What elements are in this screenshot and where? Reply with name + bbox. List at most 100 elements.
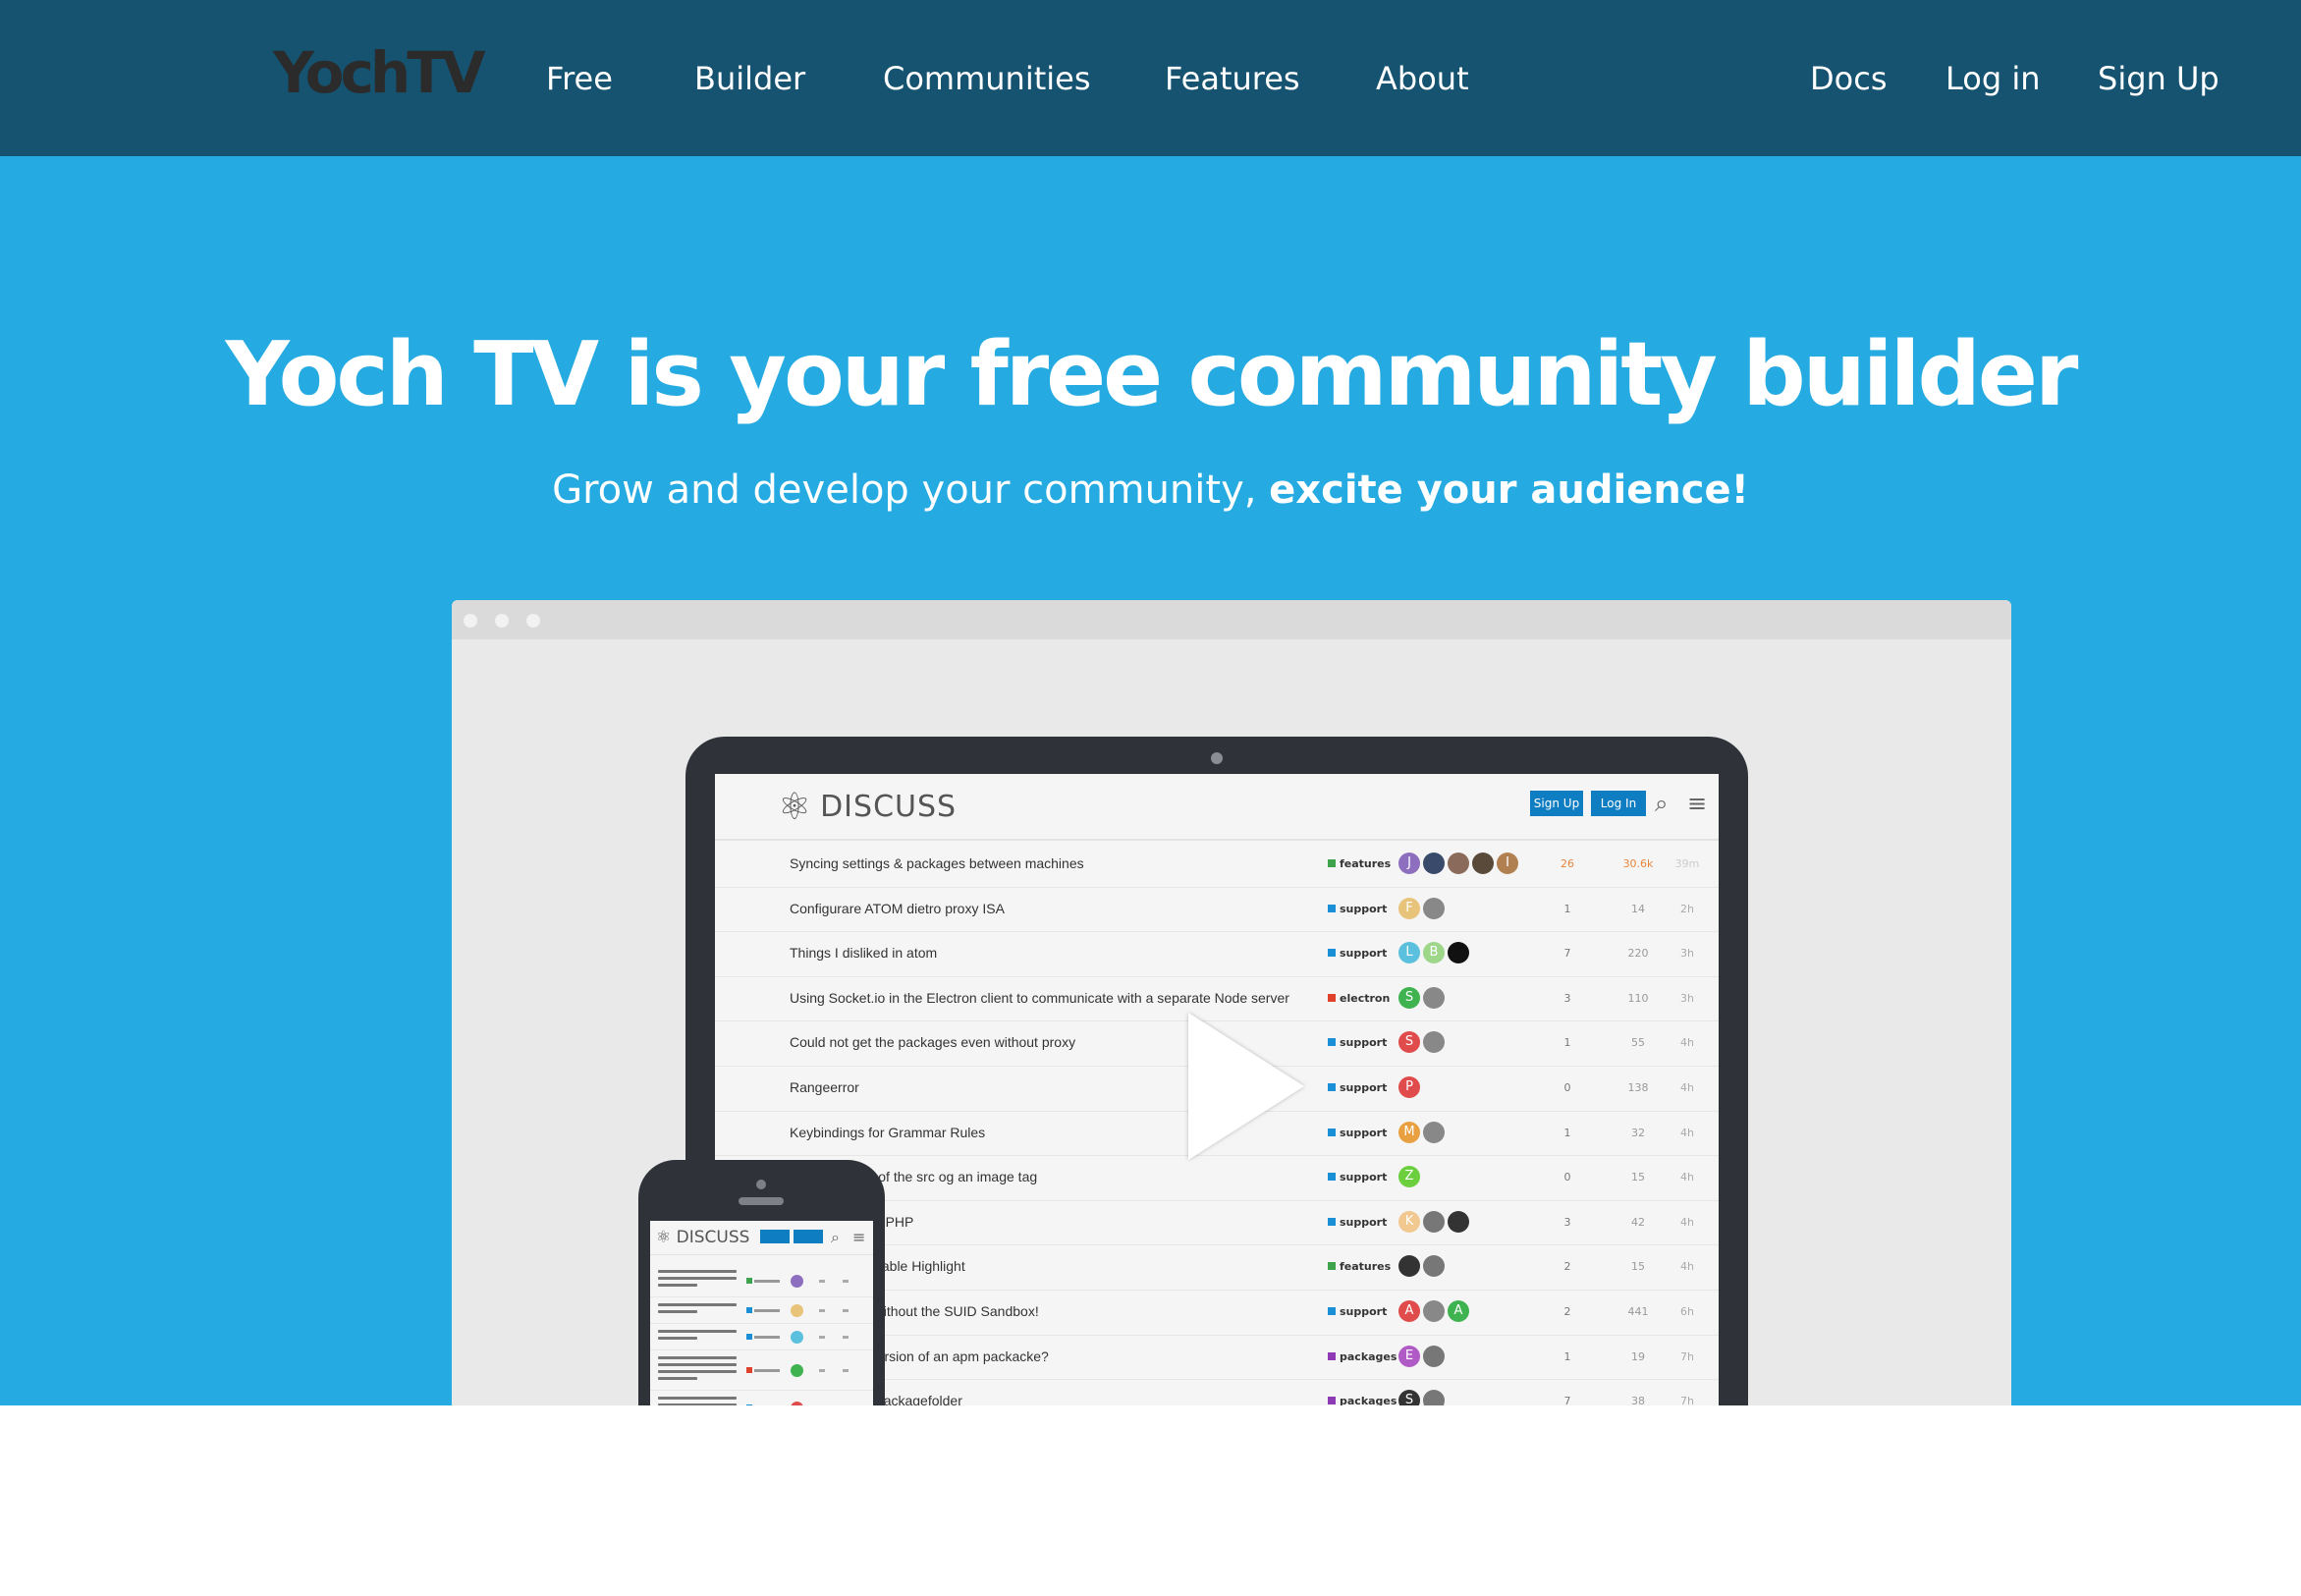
topic-avatars: F — [1398, 897, 1448, 921]
topic-avatars — [1398, 1255, 1448, 1279]
nav-link-communities[interactable]: Communities — [883, 57, 1091, 100]
phone-category-marker — [746, 1334, 752, 1340]
play-icon[interactable] — [1188, 1013, 1304, 1160]
avatar — [1423, 1345, 1445, 1367]
topic-replies: 1 — [1563, 1126, 1571, 1139]
avatar: L — [1398, 942, 1420, 964]
phone-topic-title-line — [658, 1284, 697, 1287]
logo[interactable]: YochTV — [273, 33, 486, 112]
topic-title: Could not get the packages even without … — [790, 1034, 1076, 1051]
nav-link-free[interactable]: Free — [546, 57, 613, 100]
topic-avatars: Z — [1398, 1166, 1423, 1189]
avatar — [1423, 986, 1445, 1009]
menu-icon: ≡ — [1687, 790, 1708, 817]
topic-avatars: LB — [1398, 942, 1472, 965]
phone-topic-title-line — [658, 1337, 697, 1340]
topic-replies: 1 — [1563, 1349, 1571, 1363]
phone-screen: ⚛ DISCUSS ⌕ ≡ — [650, 1221, 873, 1405]
phone-stat — [819, 1280, 825, 1283]
avatar — [1423, 1299, 1445, 1322]
topic-activity: 4h — [1680, 1126, 1694, 1139]
topic-activity: 7h — [1680, 1395, 1694, 1405]
topic-views: 14 — [1631, 902, 1645, 915]
phone-topic-title-line — [658, 1303, 737, 1306]
topic-category: packages — [1328, 1395, 1397, 1405]
discuss-login-button: Log In — [1591, 791, 1646, 816]
phone-avatar — [791, 1275, 803, 1288]
topic-activity: 3h — [1680, 947, 1694, 961]
phone-category-label — [754, 1369, 780, 1372]
topic-title: Things I disliked in atom — [790, 945, 938, 962]
topic-activity: 2h — [1680, 902, 1694, 915]
topic-replies: 7 — [1563, 1395, 1571, 1405]
phone-category-marker — [746, 1307, 752, 1313]
phone-avatar — [791, 1331, 803, 1344]
avatar: E — [1398, 1345, 1420, 1367]
nav-link-signup[interactable]: Sign Up — [2098, 57, 2219, 100]
avatar — [1448, 1210, 1469, 1233]
topic-activity: 39m — [1674, 857, 1700, 870]
topic-views: 220 — [1627, 947, 1649, 961]
nav-link-docs[interactable]: Docs — [1810, 57, 1887, 100]
avatar: F — [1398, 897, 1420, 919]
topic-category: electron — [1328, 992, 1390, 1005]
laptop-camera — [1211, 752, 1223, 764]
phone-discuss-header: ⚛ DISCUSS ⌕ ≡ — [650, 1221, 873, 1255]
topic-avatars: M — [1398, 1121, 1448, 1145]
avatar: B — [1423, 942, 1445, 964]
avatar: S — [1398, 986, 1420, 1009]
phone-discuss-brand: DISCUSS — [676, 1228, 750, 1247]
avatar — [1448, 942, 1469, 964]
browser-frame-bar — [452, 600, 2011, 639]
phone-topic-title-line — [658, 1277, 737, 1280]
topic-views: 32 — [1631, 1126, 1645, 1139]
phone-topic-title-line — [658, 1310, 697, 1313]
phone-category-label — [754, 1280, 780, 1283]
discuss-header: ⚛ DISCUSS Sign Up Log In ⌕ ≡ — [715, 774, 1719, 841]
avatar: J — [1398, 853, 1420, 874]
nav-link-builder[interactable]: Builder — [694, 57, 805, 100]
topic-row: Things I disliked in atom support L B 7 220 3h — [715, 932, 1719, 977]
topic-views: 441 — [1627, 1304, 1649, 1318]
avatar: M — [1398, 1121, 1420, 1143]
hero-subtitle-bold: excite your audience! — [1269, 468, 1749, 513]
topic-category: features — [1328, 857, 1391, 870]
avatar — [1423, 853, 1445, 874]
phone-menu-icon: ≡ — [852, 1228, 866, 1246]
video-player[interactable]: ⚛ DISCUSS Sign Up Log In ⌕ ≡ Syncing sett… — [452, 600, 2011, 1405]
topic-activity: 7h — [1680, 1349, 1694, 1363]
window-dot — [495, 614, 509, 628]
phone-login-button — [794, 1230, 823, 1243]
avatar — [1423, 1210, 1445, 1233]
nav-link-about[interactable]: About — [1376, 57, 1469, 100]
avatar — [1423, 897, 1445, 919]
avatar: S — [1398, 1031, 1420, 1054]
phone-camera — [756, 1180, 766, 1189]
phone-topic-title-line — [658, 1356, 737, 1359]
avatar — [1423, 1255, 1445, 1278]
nav-link-login[interactable]: Log in — [1945, 57, 2041, 100]
phone-stat — [819, 1336, 825, 1339]
phone-topic-title-line — [658, 1403, 737, 1405]
avatar: I — [1497, 853, 1518, 874]
topic-activity: 4h — [1680, 1036, 1694, 1050]
phone-topic-title-line — [658, 1363, 737, 1366]
topic-category: support — [1328, 903, 1387, 915]
phone-category-marker — [746, 1404, 752, 1405]
topic-category: packages — [1328, 1350, 1397, 1363]
phone-stat — [819, 1309, 825, 1312]
phone-stat — [843, 1280, 849, 1283]
phone-topic-row — [650, 1350, 873, 1391]
topic-replies: 26 — [1561, 857, 1574, 870]
topic-activity: 6h — [1680, 1304, 1694, 1318]
phone-topic-title-line — [658, 1397, 737, 1400]
phone-topic-row — [650, 1297, 873, 1324]
avatar: K — [1398, 1210, 1420, 1233]
nav-link-features[interactable]: Features — [1165, 57, 1300, 100]
discuss-brand: DISCUSS — [820, 790, 958, 824]
topic-views: 110 — [1627, 991, 1649, 1005]
topic-category: support — [1328, 1216, 1387, 1229]
topic-avatars: S — [1398, 1390, 1448, 1405]
phone-discuss-logo: ⚛ DISCUSS — [656, 1228, 750, 1247]
phone-search-icon: ⌕ — [831, 1228, 840, 1246]
